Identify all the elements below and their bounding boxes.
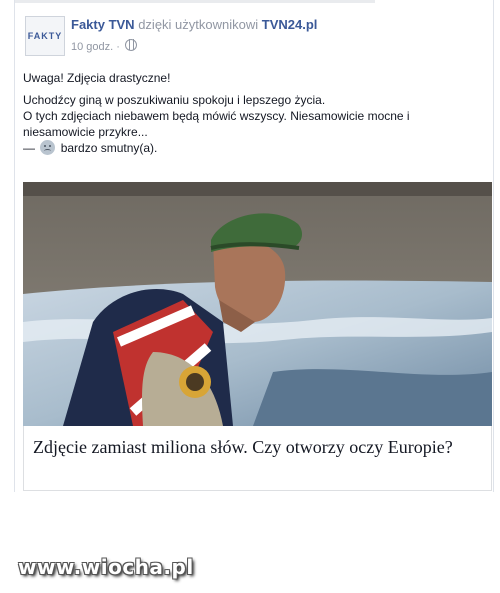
meta-separator: ·: [116, 41, 120, 53]
text-line: Uchodźcy giną w poszukiwaniu spokoju i l…: [23, 92, 483, 156]
link-photo[interactable]: [23, 182, 492, 426]
post-card: FAKTY Fakty TVN dzięki użytkownikowi TVN…: [14, 0, 494, 492]
feeling-text: bardzo smutny(a).: [60, 141, 158, 155]
via-user-link[interactable]: TVN24.pl: [262, 17, 318, 32]
avatar-logo-text: FAKTY: [27, 31, 63, 41]
avatar[interactable]: FAKTY: [25, 16, 65, 56]
sad-face-icon: [40, 140, 56, 155]
link-title[interactable]: Zdjęcie zamiast miliona słów. Czy otworz…: [33, 436, 473, 458]
link-preview[interactable]: Zdjęcie zamiast miliona słów. Czy otworz…: [23, 426, 492, 491]
via-text: dzięki użytkownikowi: [138, 17, 259, 32]
warning-line: Uwaga! Zdjęcia drastyczne!: [23, 71, 171, 85]
post-text: Uwaga! Zdjęcia drastyczne! Uchodźcy giną…: [23, 70, 483, 156]
divider: [15, 0, 375, 3]
feeling-dash: —: [23, 141, 35, 155]
post-meta: 10 godz. ·: [71, 39, 137, 53]
soldier-on-beach-photo: [23, 182, 492, 426]
timestamp-link[interactable]: 10 godz.: [71, 41, 113, 53]
post-header: Fakty TVN dzięki użytkownikowi TVN24.pl: [71, 17, 317, 32]
watermark-text: www.wiocha.pl: [18, 555, 194, 579]
line-1: Uchodźcy giną w poszukiwaniu spokoju i l…: [23, 93, 326, 107]
line-2: O tych zdjęciach niebawem będą mówić wsz…: [23, 109, 410, 139]
globe-icon[interactable]: [125, 39, 137, 51]
author-link[interactable]: Fakty TVN: [71, 17, 135, 32]
